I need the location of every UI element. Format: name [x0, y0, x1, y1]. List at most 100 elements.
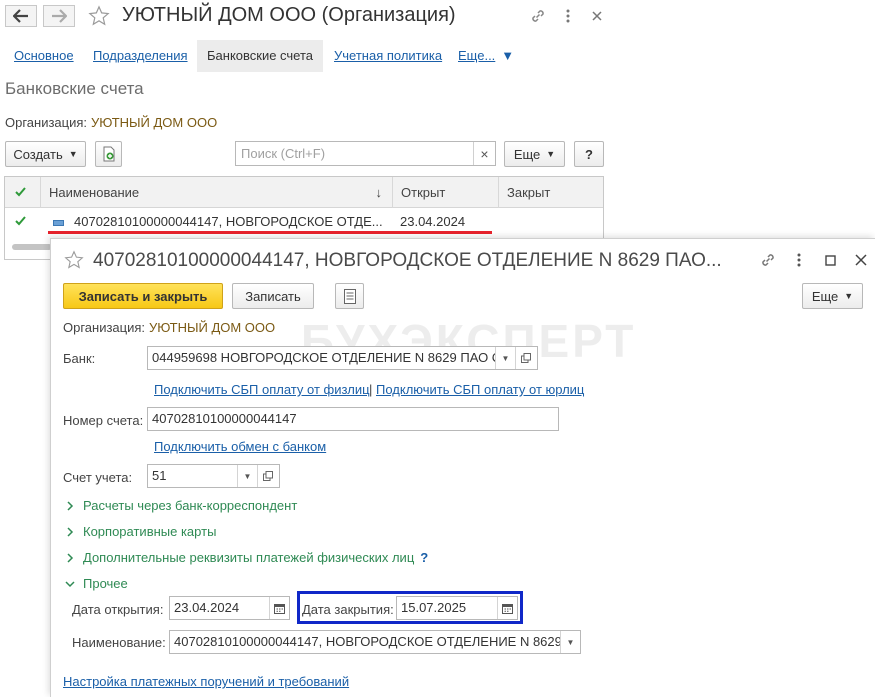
favorite-star-icon[interactable]	[63, 249, 85, 271]
bank-label: Банк:	[63, 351, 96, 366]
calendar-icon[interactable]	[269, 597, 289, 619]
group-corporate-cards[interactable]: Корпоративные карты	[63, 524, 216, 539]
create-button-label: Создать	[13, 146, 63, 162]
report-button[interactable]	[335, 283, 364, 309]
section-title: Банковские счета	[5, 79, 144, 98]
group-label: Расчеты через банк-корреспондент	[83, 498, 298, 513]
maximize-icon[interactable]	[820, 250, 840, 270]
search-box: ×	[235, 141, 496, 166]
ledger-account-label: Счет учета:	[63, 470, 133, 485]
more-button-label: Еще	[513, 146, 541, 162]
column-header-closed[interactable]: Закрыт	[499, 177, 603, 208]
chevron-down-icon: ▼	[68, 149, 78, 159]
chevron-down-icon: ▼	[546, 149, 556, 159]
group-label: Дополнительные реквизиты платежей физиче…	[83, 550, 415, 565]
group-correspondent-bank[interactable]: Расчеты через банк-корреспондент	[63, 498, 297, 513]
open-icon[interactable]	[257, 465, 277, 487]
check-icon	[15, 187, 26, 197]
organization-value[interactable]: УЮТНЫЙ ДОМ ООО	[91, 115, 217, 130]
link-separator: |	[369, 382, 373, 397]
account-number-label: Номер счета:	[63, 413, 144, 428]
tab-bank-accounts[interactable]: Банковские счета	[197, 40, 324, 72]
open-date-field[interactable]: 23.04.2024	[169, 596, 290, 620]
tab-accounting-policy[interactable]: Учетная политика	[324, 40, 452, 72]
column-header-opened[interactable]: Открыт	[393, 177, 499, 208]
save-and-close-button[interactable]: Записать и закрыть	[63, 283, 223, 309]
help-icon[interactable]: ?	[420, 550, 428, 565]
close-icon[interactable]	[587, 6, 607, 26]
tab-departments[interactable]: Подразделения	[83, 40, 198, 72]
group-label: Прочее	[83, 576, 128, 591]
sbp-legal-link[interactable]: Подключить СБП оплату от юрлиц	[376, 382, 584, 397]
search-clear-button[interactable]: ×	[473, 142, 495, 165]
payment-settings-link[interactable]: Настройка платежных поручений и требован…	[63, 674, 349, 689]
sort-arrow-icon: ↓	[375, 185, 383, 200]
arrow-right-icon	[52, 9, 67, 23]
tab-more-label: Еще...	[458, 48, 496, 63]
more-actions-icon[interactable]	[789, 250, 809, 270]
organization-label: Организация:	[63, 320, 146, 335]
organization-label: Организация:	[5, 115, 88, 130]
account-number-field[interactable]: 40702810100000044147	[147, 407, 559, 431]
arrow-left-icon	[13, 9, 28, 23]
row-check-cell	[15, 209, 35, 235]
chevron-down-icon[interactable]: ▼	[560, 631, 580, 653]
copy-button[interactable]	[95, 141, 122, 167]
column-header-name[interactable]: Наименование ↓	[41, 177, 393, 208]
bank-account-window: 40702810100000044147, НОВГОРОДСКОЕ ОТДЕЛ…	[50, 238, 875, 697]
document-list-icon	[343, 288, 356, 304]
check-icon	[15, 216, 26, 226]
account-number-value: 40702810100000044147	[152, 411, 297, 426]
ledger-account-value: 51	[152, 468, 167, 483]
red-underline-annotation	[48, 231, 492, 234]
bank-field[interactable]: 044959698 НОВГОРОДСКОЕ ОТДЕЛЕНИЕ N 8629 …	[147, 346, 538, 370]
more-button[interactable]: Еще ▼	[504, 141, 565, 167]
search-input[interactable]	[236, 142, 472, 165]
save-button[interactable]: Записать	[232, 283, 314, 309]
bank-exchange-link[interactable]: Подключить обмен с банком	[154, 439, 326, 454]
row-closed	[507, 209, 603, 235]
back-button[interactable]	[5, 5, 37, 27]
group-other[interactable]: Прочее	[63, 576, 128, 591]
chevron-down-icon	[63, 577, 77, 591]
name-field[interactable]: 40702810100000044147, НОВГОРОДСКОЕ ОТДЕЛ…	[169, 630, 581, 654]
chevron-right-icon	[63, 499, 77, 513]
organization-title-bar: УЮТНЫЙ ДОМ ООО (Организация)	[0, 0, 875, 34]
table-header: Наименование ↓ Открыт Закрыт	[5, 177, 603, 208]
add-document-icon	[103, 146, 114, 162]
link-icon[interactable]	[758, 250, 778, 270]
tab-main[interactable]: Основное	[4, 40, 84, 72]
group-individual-payment-details[interactable]: Дополнительные реквизиты платежей физиче…	[63, 550, 428, 565]
forward-button[interactable]	[43, 5, 75, 27]
chevron-down-icon: ▼	[501, 48, 515, 63]
name-value: 40702810100000044147, НОВГОРОДСКОЕ ОТДЕЛ…	[174, 634, 560, 649]
sbp-individuals-link[interactable]: Подключить СБП оплату от физлиц	[154, 382, 370, 397]
close-date-highlight-annotation	[297, 591, 523, 624]
chevron-down-icon[interactable]: ▼	[495, 347, 515, 369]
check-column-header[interactable]	[5, 177, 41, 208]
organization-filter: Организация: УЮТНЫЙ ДОМ ООО	[5, 115, 217, 130]
help-button[interactable]: ?	[574, 141, 604, 167]
chevron-right-icon	[63, 551, 77, 565]
more-actions-icon[interactable]	[558, 6, 578, 26]
favorite-star-icon[interactable]	[88, 4, 110, 28]
open-icon[interactable]	[515, 347, 535, 369]
tab-more[interactable]: Еще... ▼	[448, 40, 524, 72]
chevron-down-icon[interactable]: ▼	[237, 465, 257, 487]
close-icon[interactable]	[851, 250, 871, 270]
window-title: УЮТНЫЙ ДОМ ООО (Организация)	[122, 4, 456, 26]
chevron-down-icon: ▼	[844, 291, 854, 301]
more-button-label: Еще	[811, 288, 839, 304]
group-label: Корпоративные карты	[83, 524, 217, 539]
ledger-account-field[interactable]: 51 ▼	[147, 464, 280, 488]
organization-value[interactable]: УЮТНЫЙ ДОМ ООО	[149, 320, 275, 335]
create-button[interactable]: Создать ▼	[5, 141, 86, 167]
horizontal-scrollbar[interactable]	[12, 244, 52, 250]
name-label: Наименование:	[72, 635, 166, 650]
more-button[interactable]: Еще ▼	[802, 283, 863, 309]
link-icon[interactable]	[528, 6, 548, 26]
window-title: 40702810100000044147, НОВГОРОДСКОЕ ОТДЕЛ…	[93, 250, 722, 271]
open-date-label: Дата открытия:	[72, 602, 164, 617]
open-date-value: 23.04.2024	[174, 600, 240, 615]
organization-tabs: Основное Подразделения Банковские счета …	[0, 40, 875, 72]
